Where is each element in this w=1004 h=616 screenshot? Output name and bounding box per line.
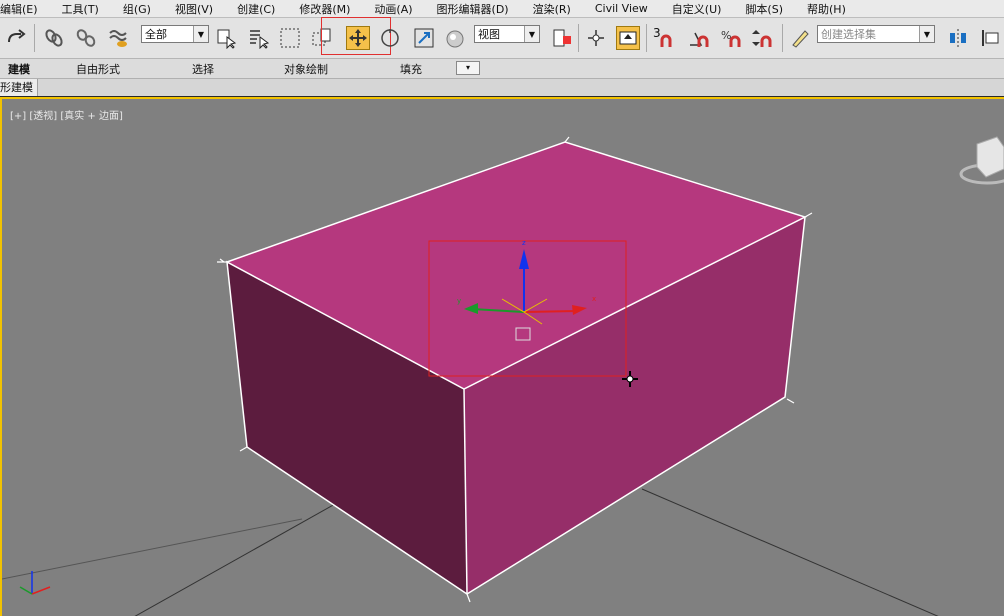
link-icon: [45, 29, 63, 47]
unlink-selection-button[interactable]: [74, 26, 98, 50]
menu-rendering[interactable]: 渲染(R): [519, 1, 571, 17]
keyboard-shortcut-override-button[interactable]: [616, 26, 640, 50]
menu-group[interactable]: 组(G): [109, 1, 151, 17]
ribbon-panel-tab[interactable]: 形建模: [0, 79, 38, 96]
select-and-place-button[interactable]: [444, 26, 468, 50]
move-icon: [349, 29, 367, 47]
cursor-center: [626, 375, 634, 383]
rotate-icon: [381, 29, 399, 47]
ribbon: 建模 自由形式 选择 对象绘制 填充 ▾: [0, 59, 1004, 79]
chevron-down-icon: ▼: [919, 26, 934, 42]
gizmo-y-label: y: [457, 297, 461, 305]
menu-bar: 编辑(E) 工具(T) 组(G) 视图(V) 创建(C) 修改器(M) 动画(A…: [0, 0, 1004, 18]
chevron-down-icon: ▼: [524, 26, 539, 42]
chevron-down-icon: ▼: [193, 26, 208, 42]
menu-scripting[interactable]: 脚本(S): [731, 1, 783, 17]
percent-snap-icon: %: [721, 29, 741, 47]
place-icon: [446, 30, 464, 48]
spinner-snap-button[interactable]: [750, 26, 774, 50]
angle-snap-button[interactable]: [686, 26, 710, 50]
menu-animation[interactable]: 动画(A): [360, 1, 412, 17]
select-by-name-button[interactable]: [246, 26, 270, 50]
selection-filter-value: 全部: [145, 28, 167, 41]
main-toolbar: 全部 ▼ 视图 ▼ 3 % 创建选择集 ▼: [0, 17, 1004, 59]
keyboard-override-icon: [619, 31, 637, 45]
grid-line: [2, 518, 303, 580]
viewport-scene: z x y: [2, 136, 1004, 616]
menu-view[interactable]: 视图(V): [161, 1, 213, 17]
pivot-center-icon: [553, 29, 571, 47]
scale-icon: [414, 28, 434, 48]
menu-civil-view[interactable]: Civil View: [581, 2, 648, 15]
percent-snap-button[interactable]: %: [718, 26, 742, 50]
mirror-button[interactable]: [946, 26, 970, 50]
bind-to-space-warp-button[interactable]: [106, 26, 130, 50]
snap-label: 3: [653, 26, 661, 40]
unlink-icon: [76, 29, 96, 47]
axis-tripod-y: [19, 586, 33, 595]
select-and-scale-button[interactable]: [412, 26, 436, 50]
edit-named-selection-button[interactable]: [788, 26, 812, 50]
menu-help[interactable]: 帮助(H): [793, 1, 846, 17]
select-object-button[interactable]: [214, 26, 238, 50]
gizmo-z-label: z: [522, 239, 526, 247]
spinner-snap-icon: [752, 30, 772, 47]
rectangular-selection-region-button[interactable]: [278, 26, 302, 50]
reference-coordinate-value: 视图: [478, 28, 500, 41]
perspective-viewport[interactable]: [+] [透视] [真实 + 边面] z x y: [0, 97, 1004, 616]
pencil-icon: [792, 30, 809, 48]
rect-selection-icon: [280, 28, 300, 48]
gizmo-x-axis[interactable]: [523, 310, 578, 313]
redo-button[interactable]: [4, 26, 28, 50]
gizmo-x-label: x: [592, 295, 596, 303]
align-button[interactable]: [978, 26, 1002, 50]
select-and-rotate-button[interactable]: [378, 26, 402, 50]
menu-create[interactable]: 创建(C): [223, 1, 275, 17]
mirror-icon: [950, 29, 966, 47]
menu-modifiers[interactable]: 修改器(M): [285, 1, 350, 17]
axis-tripod-x: [31, 586, 51, 595]
selection-filter-dropdown[interactable]: 全部 ▼: [141, 25, 209, 43]
reference-coordinate-dropdown[interactable]: 视图 ▼: [474, 25, 540, 43]
select-and-move-button[interactable]: [346, 26, 370, 50]
ribbon-tab-freeform[interactable]: 自由形式: [76, 61, 120, 77]
grid-line: [641, 488, 939, 616]
ribbon-tab-modeling[interactable]: 建模: [8, 61, 30, 77]
menu-edit[interactable]: 编辑(E): [0, 1, 38, 17]
named-selection-placeholder: 创建选择集: [821, 28, 876, 41]
ribbon-tab-selection[interactable]: 选择: [192, 61, 214, 77]
use-pivot-center-button[interactable]: [550, 26, 574, 50]
ribbon-tab-object-paint[interactable]: 对象绘制: [284, 61, 328, 77]
snaps-toggle-button[interactable]: 3: [652, 26, 676, 50]
viewcube-icon[interactable]: [976, 136, 1004, 178]
align-icon: [982, 30, 999, 46]
select-and-manipulate-button[interactable]: [584, 26, 608, 50]
redo-icon: [8, 29, 26, 43]
menu-graph-editors[interactable]: 图形编辑器(D): [423, 1, 509, 17]
menu-tools[interactable]: 工具(T): [48, 1, 99, 17]
select-and-link-button[interactable]: [42, 26, 66, 50]
menu-customize[interactable]: 自定义(U): [658, 1, 722, 17]
ribbon-options-button[interactable]: ▾: [456, 61, 480, 75]
select-object-icon: [217, 29, 237, 49]
space-warp-icon: [109, 30, 127, 47]
ribbon-panel-bar: 形建模: [0, 79, 1004, 96]
ribbon-tab-populate[interactable]: 填充: [400, 61, 422, 77]
manipulate-icon: [588, 30, 604, 46]
named-selection-dropdown[interactable]: 创建选择集 ▼: [817, 25, 935, 43]
angle-snap-icon: [690, 32, 709, 47]
select-by-name-icon: [250, 30, 269, 49]
